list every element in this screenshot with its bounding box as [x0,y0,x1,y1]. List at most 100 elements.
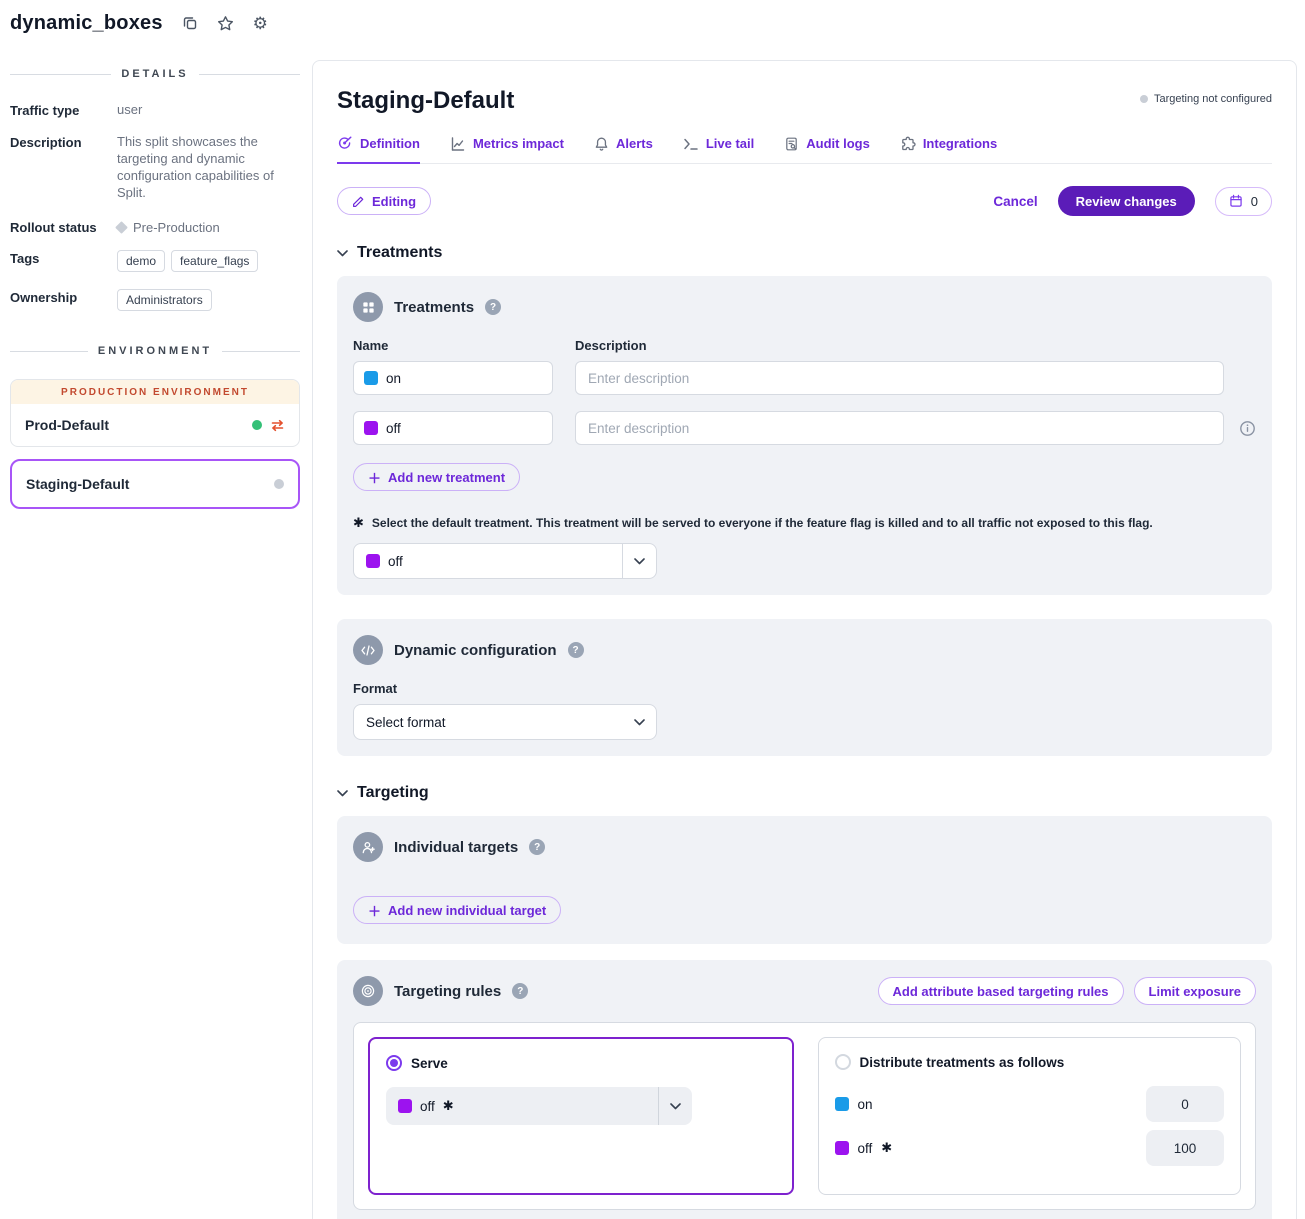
radio-unselected-icon[interactable] [835,1054,851,1070]
dynamic-configuration-card: Dynamic configuration ? Format Select fo… [337,619,1272,756]
code-icon [353,635,383,665]
environment-name: Prod-Default [25,417,109,433]
environment-name: Staging-Default [26,476,129,492]
help-icon[interactable]: ? [529,839,545,855]
help-icon[interactable]: ? [512,983,528,999]
default-treatment-select[interactable]: off [353,543,657,579]
person-plus-icon [353,832,383,862]
treatment-description-input[interactable] [575,411,1224,445]
distribute-option-panel[interactable]: Distribute treatments as follows on 0 of… [818,1037,1242,1195]
tab-definition[interactable]: Definition [337,135,420,164]
treatment-name-input[interactable]: off [353,411,553,445]
tag-chip: feature_flags [171,250,258,272]
detail-rollout-status: Rollout status Pre-Production [10,219,300,235]
audit-logs-icon [784,136,799,152]
tab-audit-logs[interactable]: Audit logs [784,135,870,163]
info-icon[interactable] [1239,420,1256,437]
chevron-down-icon [622,705,656,739]
plus-icon: ＋ [368,901,381,920]
limit-exposure-button[interactable]: Limit exposure [1134,977,1256,1005]
cancel-button[interactable]: Cancel [993,194,1037,209]
treatment-color-swatch [364,371,378,385]
treatment-color-swatch [398,1099,412,1113]
distribute-row-on: on 0 [835,1086,1225,1122]
default-treatment-marker-icon: ✱ [443,1098,454,1114]
environment-card-staging[interactable]: Staging-Default [10,459,300,509]
default-treatment-marker-icon: ✱ [881,1140,892,1156]
treatments-card: Treatments ? Name Description on off [337,276,1272,595]
status-dot [1140,95,1148,103]
copy-icon[interactable] [182,15,198,31]
detail-ownership: Ownership Administrators [10,289,300,311]
calendar-icon [1229,194,1243,208]
help-icon[interactable]: ? [485,299,501,315]
distribute-row-off: off ✱ 100 [835,1130,1225,1166]
treatments-grid-icon [353,292,383,322]
chevron-down-icon [658,1087,692,1125]
serve-option-panel[interactable]: Serve off ✱ [368,1037,794,1195]
distribution-percentage-input[interactable]: 0 [1146,1086,1224,1122]
add-attribute-rules-button[interactable]: Add attribute based targeting rules [878,977,1124,1005]
serve-radio-option[interactable]: Serve [386,1055,776,1071]
treatment-color-swatch [366,554,380,568]
treatment-color-swatch [835,1141,849,1155]
target-icon [353,976,383,1006]
detail-description: Description This split showcases the tar… [10,134,300,202]
add-new-treatment-button[interactable]: ＋ Add new treatment [353,463,520,491]
radio-selected-icon[interactable] [386,1055,402,1071]
tab-integrations[interactable]: Integrations [900,135,997,163]
format-select[interactable]: Select format [353,704,657,740]
tab-metrics-impact[interactable]: Metrics impact [450,135,564,163]
distribute-radio-option[interactable]: Distribute treatments as follows [835,1054,1225,1070]
sidebar: DETAILS Traffic type user Description Th… [0,60,312,1219]
tab-bar: Definition Metrics impact Alerts [337,135,1272,164]
default-treatment-note: ✱ Select the default treatment. This tre… [353,515,1256,531]
tab-live-tail[interactable]: Live tail [683,135,754,163]
page-layout: DETAILS Traffic type user Description Th… [0,0,1305,1219]
distribution-percentage-input[interactable]: 100 [1146,1130,1224,1166]
detail-tags: Tags demo feature_flags [10,250,300,272]
tab-alerts[interactable]: Alerts [594,135,653,163]
pencil-icon [352,195,365,208]
targeting-rules-card: Targeting rules ? Add attribute based ta… [337,960,1272,1219]
targeting-section-toggle[interactable]: Targeting [337,784,1272,802]
environment-detail-panel: Staging-Default Targeting not configured… [312,60,1297,1219]
default-treatment-marker-icon: ✱ [353,515,364,531]
details-heading: DETAILS [10,68,300,80]
tag-chip: demo [117,250,165,272]
scheduled-changes-button[interactable]: 0 [1215,187,1272,216]
format-label: Format [353,681,1256,696]
star-icon[interactable] [217,15,234,32]
treatments-section-toggle[interactable]: Treatments [337,244,1272,262]
treatment-color-swatch [364,421,378,435]
editing-button[interactable]: Editing [337,187,431,215]
plus-icon: ＋ [368,468,381,487]
bell-icon [594,136,609,152]
treatment-color-swatch [835,1097,849,1111]
help-icon[interactable]: ? [568,642,584,658]
owner-chip: Administrators [117,289,212,311]
treatment-name-input[interactable]: on [353,361,553,395]
puzzle-icon [900,136,916,152]
name-column-header: Name [353,338,575,353]
add-new-individual-target-button[interactable]: ＋ Add new individual target [353,896,561,924]
treatment-description-input[interactable] [575,361,1224,395]
detail-traffic-type: Traffic type user [10,102,300,119]
review-changes-button[interactable]: Review changes [1058,186,1195,216]
metrics-impact-icon [450,136,466,152]
serve-treatment-select[interactable]: off ✱ [386,1087,692,1125]
rollout-status-diamond-icon [115,221,128,234]
environment-card-prod[interactable]: PRODUCTION ENVIRONMENT Prod-Default [10,379,300,447]
environment-title: Staging-Default [337,87,514,115]
definition-icon [337,135,353,151]
chevron-down-icon [337,790,348,797]
description-column-header: Description [575,338,647,353]
production-environment-banner: PRODUCTION ENVIRONMENT [11,380,299,404]
gear-icon[interactable]: ⚙ [253,15,268,32]
chevron-down-icon [622,544,656,578]
page-title: dynamic_boxes [10,12,163,35]
targeting-status: Targeting not configured [1140,93,1272,105]
pending-changes-icon [270,418,285,433]
treatment-row-on: on [353,361,1256,395]
chevron-down-icon [337,250,348,257]
